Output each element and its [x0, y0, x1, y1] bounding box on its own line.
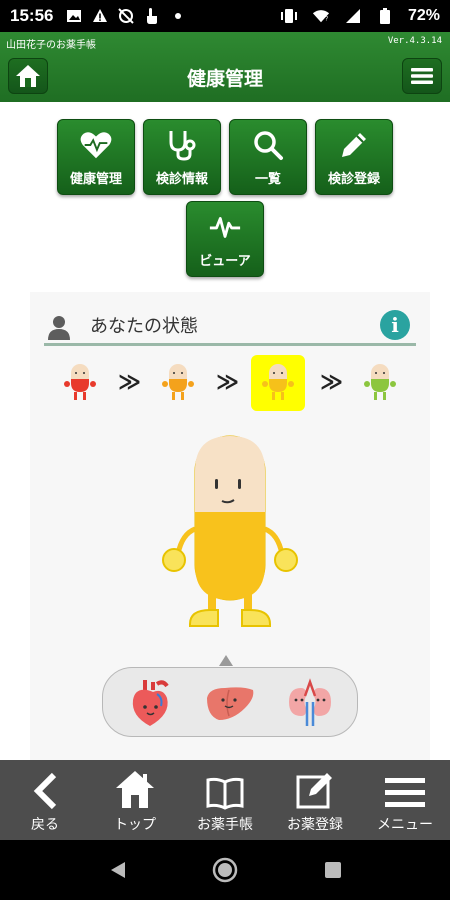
viewer-button[interactable]: ビューア: [186, 201, 264, 277]
health-management-label: 健康管理: [69, 172, 122, 187]
menu-button[interactable]: [402, 58, 442, 94]
stage-arrow-2: ≫: [216, 370, 240, 395]
capsule-character: [160, 434, 300, 634]
waveform-icon: [208, 210, 242, 244]
top-nav-label: トップ: [114, 817, 156, 833]
checkup-register-label: 検診登録: [327, 172, 380, 187]
tray-pointer: [219, 655, 233, 666]
medicine-book-nav-label: お薬手帳: [197, 817, 253, 833]
signal-icon: [344, 7, 362, 25]
house-icon: [114, 760, 156, 810]
checkup-info-label: 検診情報: [155, 172, 208, 187]
health-management-button[interactable]: 健康管理: [57, 119, 135, 195]
main-content: 健康管理 検診情報 一覧 検診登録 ビューア あなたの状態 i ≫ ≫ ≫: [0, 102, 450, 762]
back-nav-label: 戻る: [31, 817, 59, 833]
stage-arrow-3: ≫: [320, 370, 344, 395]
book-icon: [205, 760, 245, 810]
menu-lines-icon: [384, 760, 426, 810]
bottom-navigation: 戻る トップ お薬手帳 お薬登録 メニュー: [0, 760, 450, 840]
no-sync-icon: [117, 7, 135, 25]
owner-label: 山田花子のお薬手帳: [6, 40, 96, 51]
status-bar: 15:56 ? 72%: [0, 0, 450, 32]
wifi-icon: ?: [312, 7, 330, 25]
stage-yellow-icon[interactable]: [258, 362, 298, 406]
vibrate-icon: [280, 7, 298, 25]
menu-nav-label: メニュー: [377, 817, 433, 833]
medicine-register-nav-button[interactable]: お薬登録: [270, 760, 360, 840]
image-icon: [65, 7, 83, 25]
back-chevron-icon: [30, 760, 60, 810]
search-icon: [251, 128, 285, 162]
checkup-register-button[interactable]: 検診登録: [315, 119, 393, 195]
touch-icon: [143, 7, 161, 25]
system-navigation-bar: [0, 840, 450, 900]
back-nav-button[interactable]: 戻る: [0, 760, 90, 840]
status-time: 15:56: [10, 6, 54, 25]
heart-pulse-icon: [79, 128, 113, 162]
stage-arrow-1: ≫: [118, 370, 142, 395]
stethoscope-icon: [165, 128, 199, 162]
battery-percent: 72%: [407, 7, 440, 24]
stage-green-icon[interactable]: [360, 362, 400, 406]
medicine-book-nav-button[interactable]: お薬手帳: [180, 760, 270, 840]
menu-nav-button[interactable]: メニュー: [360, 760, 450, 840]
person-icon: [46, 314, 72, 344]
liver-icon[interactable]: [203, 676, 257, 730]
version-label: Ver.4.3.14: [387, 36, 442, 46]
list-button[interactable]: 一覧: [229, 119, 307, 195]
info-button[interactable]: i: [380, 310, 410, 340]
battery-icon: [376, 7, 394, 25]
menu-lines-icon: [411, 68, 433, 84]
system-back-icon[interactable]: [103, 855, 133, 885]
status-title-text: あなたの状態: [90, 316, 198, 337]
health-status-panel: あなたの状態 i ≫ ≫ ≫: [30, 292, 430, 762]
heart-icon[interactable]: [123, 676, 177, 730]
list-label: 一覧: [254, 172, 281, 187]
kidney-icon[interactable]: [283, 676, 337, 730]
dot-icon: [169, 7, 187, 25]
medicine-register-nav-label: お薬登録: [287, 817, 343, 833]
page-title: 健康管理: [186, 68, 263, 90]
system-home-icon[interactable]: [210, 855, 240, 885]
stage-orange-icon[interactable]: [158, 362, 198, 406]
viewer-label: ビューア: [199, 254, 251, 269]
svg-text:?: ?: [325, 16, 329, 23]
system-recents-icon[interactable]: [318, 855, 348, 885]
pencil-icon: [337, 128, 371, 162]
top-nav-button[interactable]: トップ: [90, 760, 180, 840]
stage-red-icon[interactable]: [60, 362, 100, 406]
warning-icon: [91, 7, 109, 25]
status-header: あなたの状態 i: [44, 308, 416, 346]
organ-selector: [102, 667, 358, 737]
edit-icon: [295, 760, 335, 810]
checkup-info-button[interactable]: 検診情報: [143, 119, 221, 195]
app-header: 山田花子のお薬手帳 Ver.4.3.14 健康管理: [0, 32, 450, 102]
